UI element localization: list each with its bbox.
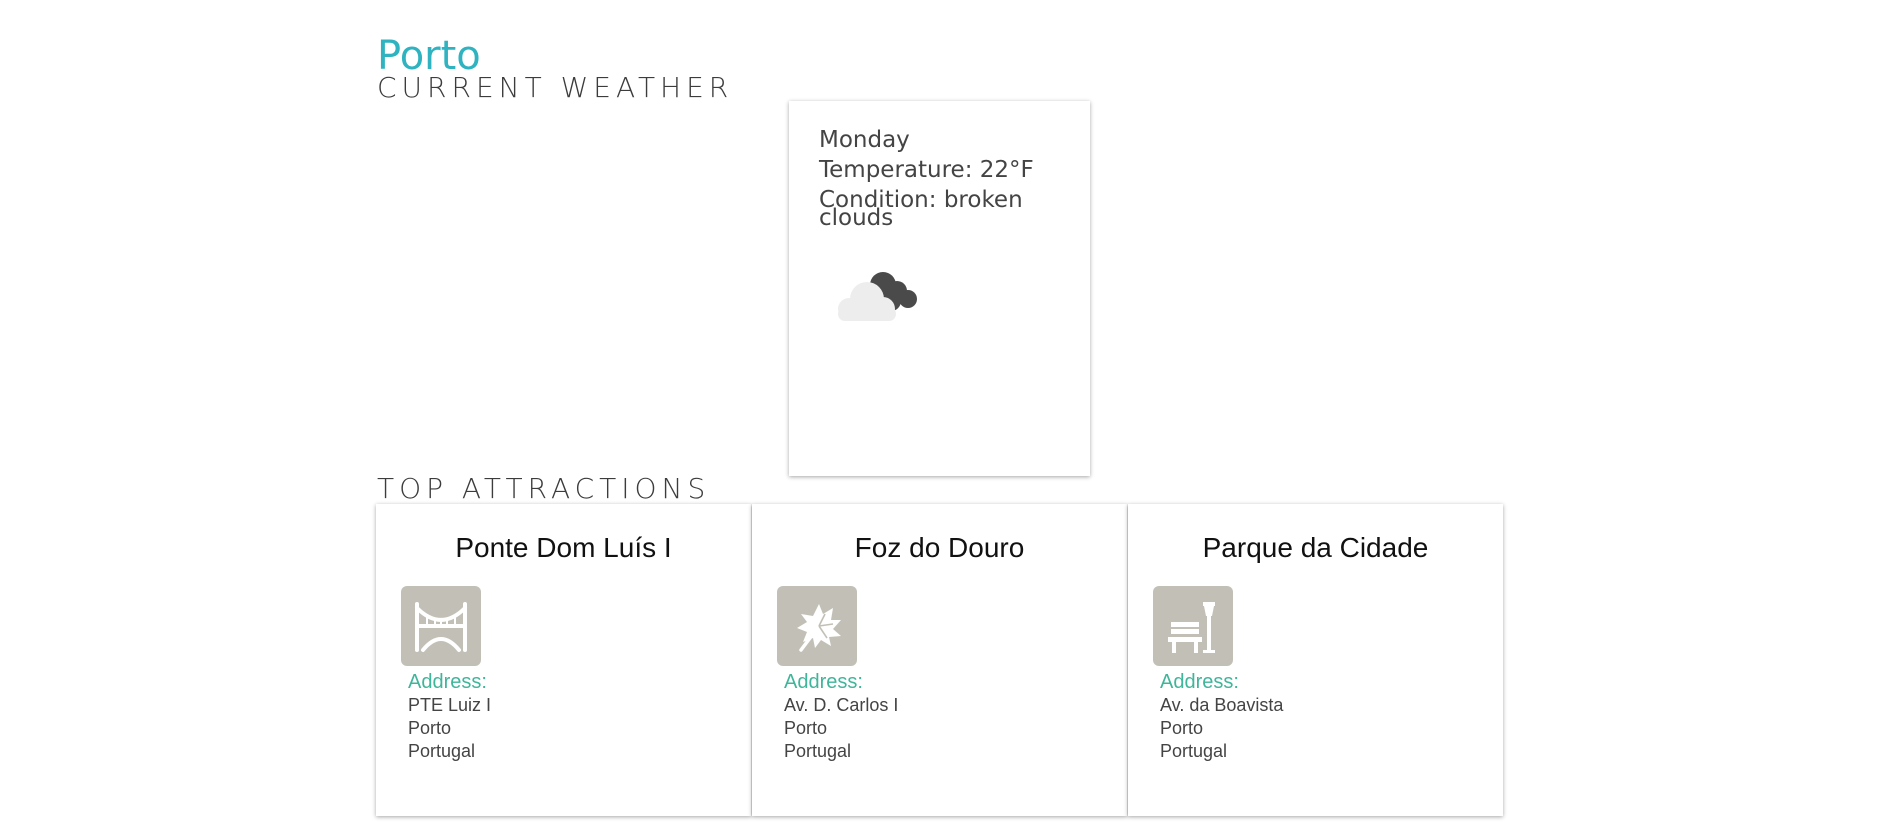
- attraction-card-ponte-dom-luis[interactable]: Ponte Dom Luís I Address: PTE Luiz I Por…: [376, 504, 751, 816]
- address-block: Address: Av. da Boavista Porto Portugal: [1160, 670, 1283, 763]
- address-city: Porto: [784, 718, 828, 738]
- address-block: Address: Av. D. Carlos I Porto Portugal: [784, 670, 898, 763]
- bridge-icon: [401, 586, 481, 666]
- address-label: Address:: [784, 671, 863, 693]
- address-country: Portugal: [784, 741, 852, 761]
- park-bench-icon: [1153, 586, 1233, 666]
- top-attractions-heading: TOP ATTRACTIONS: [377, 472, 711, 505]
- address-label: Address:: [408, 671, 487, 693]
- weather-card: Monday Temperature: 22°F Condition: brok…: [789, 101, 1090, 476]
- address-street: Av. da Boavista: [1160, 695, 1284, 715]
- attraction-card-foz-do-douro[interactable]: Foz do Douro Address: Av. D. Carlos I Po…: [752, 504, 1127, 816]
- address-city: Porto: [1160, 718, 1204, 738]
- current-weather-heading: CURRENT WEATHER: [377, 71, 734, 104]
- address-block: Address: PTE Luiz I Porto Portugal: [408, 670, 491, 763]
- weather-condition: Condition: broken clouds: [819, 189, 1060, 230]
- broken-clouds-icon: [838, 272, 917, 321]
- weather-day: Monday: [819, 127, 910, 153]
- attraction-name: Ponte Dom Luís I: [455, 532, 672, 563]
- address-label: Address:: [1160, 671, 1239, 693]
- address-country: Portugal: [1160, 741, 1228, 761]
- attraction-name: Parque da Cidade: [1202, 532, 1429, 563]
- weather-temperature: Temperature: 22°F: [819, 157, 1034, 183]
- attractions-list: Ponte Dom Luís I Address: PTE Luiz I Por…: [376, 504, 1504, 816]
- attraction-name: Foz do Douro: [854, 532, 1025, 563]
- leaf-icon: [777, 586, 857, 666]
- address-city: Porto: [408, 718, 452, 738]
- attraction-card-parque-da-cidade[interactable]: Parque da Cidade Address: Av. da Boavist…: [1128, 504, 1503, 816]
- address-country: Portugal: [408, 741, 476, 761]
- address-street: PTE Luiz I: [408, 695, 492, 715]
- address-street: Av. D. Carlos I: [784, 695, 899, 715]
